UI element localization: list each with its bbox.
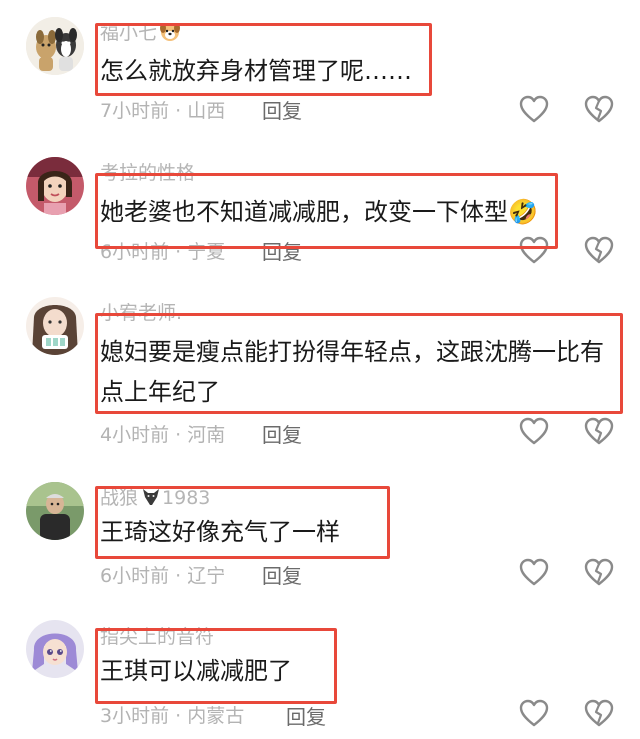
heart-outline-icon [519, 699, 549, 727]
comment-item: 小宥老师. 媳妇要是瘦点能打扮得年轻点，这跟沈腾一比有 点上年纪了 4小时前 ·… [0, 280, 640, 465]
meta-separator: · [175, 565, 182, 587]
meta-separator: · [175, 241, 182, 263]
avatar[interactable] [26, 17, 84, 75]
avatar-image [26, 482, 84, 540]
like-button[interactable] [519, 95, 549, 123]
comment-line: 她老婆也不知道减减肥，改变一下体型🤣 [100, 198, 538, 226]
dislike-button[interactable] [584, 95, 614, 123]
meta-separator: · [175, 705, 182, 727]
comment-line: 媳妇要是瘦点能打扮得年轻点，这跟沈腾一比有 [100, 338, 604, 366]
like-button[interactable] [519, 558, 549, 586]
reply-button[interactable]: 回复 [286, 701, 326, 730]
broken-heart-outline-icon [584, 558, 614, 586]
username[interactable]: 小宥老师. [100, 298, 182, 325]
avatar[interactable] [26, 620, 84, 678]
comment-meta: 7小时前 · 山西 [100, 96, 225, 123]
username[interactable]: 考拉的性格 [100, 158, 195, 185]
avatar-image [26, 620, 84, 678]
username-text: 福小七 [100, 22, 158, 44]
comment-location: 内蒙古 [187, 705, 245, 727]
username-text: 战狼 [100, 487, 139, 509]
comment-text: 媳妇要是瘦点能打扮得年轻点，这跟沈腾一比有 点上年纪了 [100, 332, 604, 412]
comment-line: 王琪可以减减肥了 [100, 657, 292, 685]
avatar[interactable] [26, 297, 84, 355]
like-button[interactable] [519, 417, 549, 445]
username-suffix: 1983 [162, 487, 211, 509]
reply-button[interactable]: 回复 [262, 560, 302, 589]
comment-line: 王琦这好像充气了一样 [100, 518, 340, 546]
comment-meta: 6小时前 · 辽宁 [100, 561, 225, 588]
broken-heart-outline-icon [584, 417, 614, 445]
comment-item: 福小七 怎么就放弃身材管理了呢…… 7小时前 · 山西 回复 [0, 0, 640, 140]
dog-face-icon [159, 20, 181, 47]
comment-meta: 4小时前 · 河南 [100, 420, 225, 447]
comment-time: 6小时前 [100, 565, 170, 587]
wolf-head-icon [140, 485, 162, 512]
comment-item: 考拉的性格 她老婆也不知道减减肥，改变一下体型🤣 6小时前 · 宁夏 回复 [0, 140, 640, 280]
username[interactable]: 福小七 [100, 18, 181, 47]
broken-heart-outline-icon [584, 236, 614, 264]
username-text: 小宥老师. [100, 302, 183, 324]
meta-separator: · [175, 100, 182, 122]
like-button[interactable] [519, 699, 549, 727]
comment-line: 点上年纪了 [100, 378, 220, 406]
broken-heart-outline-icon [584, 699, 614, 727]
avatar-image [26, 297, 84, 355]
comment-text: 王琪可以减减肥了 [100, 653, 292, 689]
comment-time: 7小时前 [100, 100, 170, 122]
heart-outline-icon [519, 236, 549, 264]
comment-item: 指尖上的音符 王琪可以减减肥了 3小时前 · 内蒙古 回复 [0, 605, 640, 739]
like-button[interactable] [519, 236, 549, 264]
heart-outline-icon [519, 95, 549, 123]
dislike-button[interactable] [584, 699, 614, 727]
heart-outline-icon [519, 417, 549, 445]
broken-heart-outline-icon [584, 95, 614, 123]
comment-time: 4小时前 [100, 424, 170, 446]
comment-time: 6小时前 [100, 241, 170, 263]
comment-meta: 6小时前 · 宁夏 [100, 237, 225, 264]
comment-location: 宁夏 [187, 241, 226, 263]
heart-outline-icon [519, 558, 549, 586]
reply-button[interactable]: 回复 [262, 236, 302, 265]
comment-text: 她老婆也不知道减减肥，改变一下体型🤣 [100, 194, 538, 230]
dislike-button[interactable] [584, 236, 614, 264]
comment-location: 河南 [187, 424, 226, 446]
comment-location: 辽宁 [187, 565, 226, 587]
reply-button[interactable]: 回复 [262, 419, 302, 448]
comment-location: 山西 [187, 100, 226, 122]
dislike-button[interactable] [584, 417, 614, 445]
avatar[interactable] [26, 157, 84, 215]
comment-line: 怎么就放弃身材管理了呢…… [100, 57, 412, 85]
comment-time: 3小时前 [100, 705, 170, 727]
comment-text: 怎么就放弃身材管理了呢…… [100, 53, 412, 89]
avatar-image [26, 157, 84, 215]
comment-meta: 3小时前 · 内蒙古 [100, 701, 244, 728]
reply-button[interactable]: 回复 [262, 95, 302, 124]
username-text: 指尖上的音符 [100, 626, 215, 648]
username[interactable]: 战狼 1983 [100, 483, 210, 512]
comment-text: 王琦这好像充气了一样 [100, 514, 340, 550]
username-text: 考拉的性格 [100, 162, 196, 184]
dislike-button[interactable] [584, 558, 614, 586]
avatar[interactable] [26, 482, 84, 540]
comment-item: 战狼 1983 王琦这好像充气了一样 6小时前 · 辽宁 回复 [0, 465, 640, 605]
avatar-image [26, 17, 84, 75]
meta-separator: · [175, 424, 182, 446]
username[interactable]: 指尖上的音符 [100, 622, 214, 649]
